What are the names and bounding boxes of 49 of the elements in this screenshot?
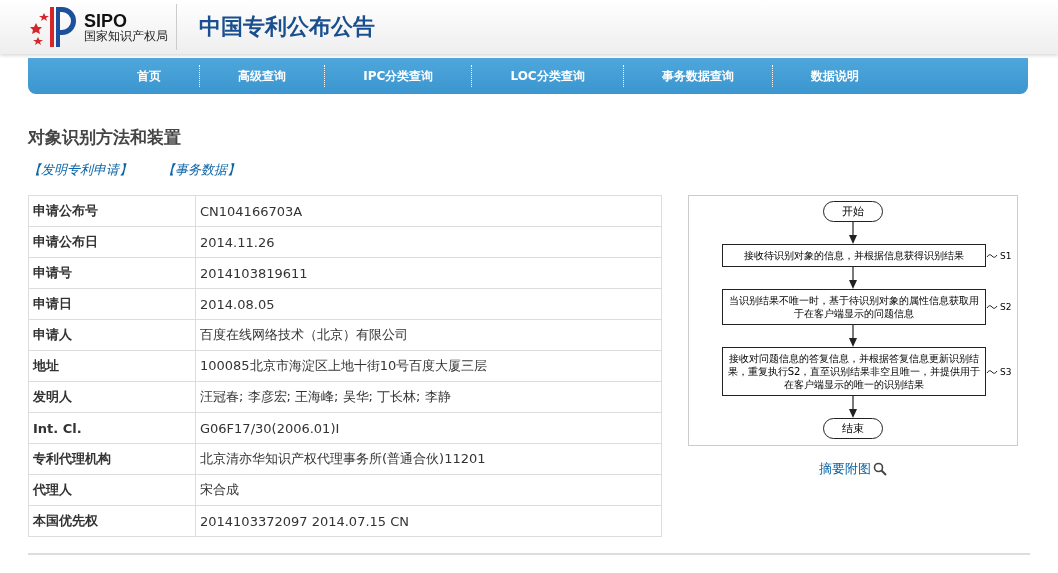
- field-value: 100085北京市海淀区上地十街10号百度大厦三层: [195, 350, 662, 382]
- patent-title: 对象识别方法和装置: [28, 126, 182, 149]
- logo-subtitle: 国家知识产权局: [84, 30, 168, 42]
- field-value: 百度在线网络技术（北京）有限公司: [195, 319, 662, 351]
- step-tag: S2: [1000, 302, 1020, 312]
- field-label: 申请人: [28, 319, 196, 351]
- flowchart-step: 接收对问题信息的答复信息，并根据答复信息更新识别结果，重复执行S2，直至识别结果非空且唯一，并提供用于在客户端显示的唯一的识别结果: [722, 347, 986, 396]
- site-title: 中国专利公布公告: [199, 13, 375, 41]
- field-label: 申请号: [28, 257, 196, 289]
- field-label: 本国优先权: [28, 505, 196, 537]
- section-link[interactable]: 【事务数据】: [162, 161, 240, 179]
- arrow-icon: [848, 267, 858, 289]
- arrow-icon: [848, 222, 858, 244]
- flowchart-step: 接收待识别对象的信息，并根据信息获得识别结果: [722, 244, 986, 267]
- section-link[interactable]: 【发明专利申请】: [28, 161, 132, 179]
- field-label: 申请公布日: [28, 226, 196, 258]
- field-value: 2014.11.26: [195, 226, 662, 258]
- nav-link[interactable]: LOC分类查询: [472, 67, 623, 85]
- field-label: 申请日: [28, 288, 196, 320]
- field-value: 2014103819611: [195, 257, 662, 289]
- figure-link[interactable]: 摘要附图: [819, 460, 871, 478]
- step-tag: S3: [1000, 366, 1020, 377]
- field-label: 代理人: [28, 474, 196, 506]
- nav-link[interactable]: 高级查询: [200, 67, 325, 85]
- field-value: 宋合成: [195, 474, 662, 506]
- field-value: 汪冠春; 李彦宏; 王海峰; 吴华; 丁长林; 李静: [195, 381, 662, 413]
- tilde-icon: [986, 304, 998, 310]
- nav-link[interactable]: 首页: [99, 67, 200, 85]
- logo-text: SIPO: [84, 12, 127, 30]
- field-label: 专利代理机构: [28, 443, 196, 475]
- nav-link[interactable]: 数据说明: [772, 67, 897, 85]
- nav-link[interactable]: 事务数据查询: [623, 67, 772, 85]
- search-icon[interactable]: [873, 462, 887, 476]
- arrow-icon: [848, 325, 858, 347]
- nav-link[interactable]: IPC分类查询: [325, 67, 472, 85]
- field-value: 2014.08.05: [195, 288, 662, 320]
- arrow-icon: [848, 396, 858, 418]
- field-label: 申请公布号: [28, 195, 196, 227]
- tilde-icon: [986, 252, 998, 259]
- step-tag: S1: [1000, 250, 1020, 261]
- tilde-icon: [986, 368, 998, 375]
- field-value: G06F17/30(2006.01)I: [195, 412, 662, 444]
- flowchart-step: 当识别结果不唯一时，基于待识别对象的属性信息获取用于在客户端显示的问题信息: [722, 289, 986, 325]
- field-label: 发明人: [28, 381, 196, 413]
- field-label: 地址: [28, 350, 196, 382]
- field-value: CN104166703A: [195, 195, 662, 227]
- field-value: 2014103372097 2014.07.15 CN: [195, 505, 662, 537]
- field-label: Int. Cl.: [28, 412, 196, 444]
- field-value: 北京清亦华知识产权代理事务所(普通合伙)11201: [195, 443, 662, 475]
